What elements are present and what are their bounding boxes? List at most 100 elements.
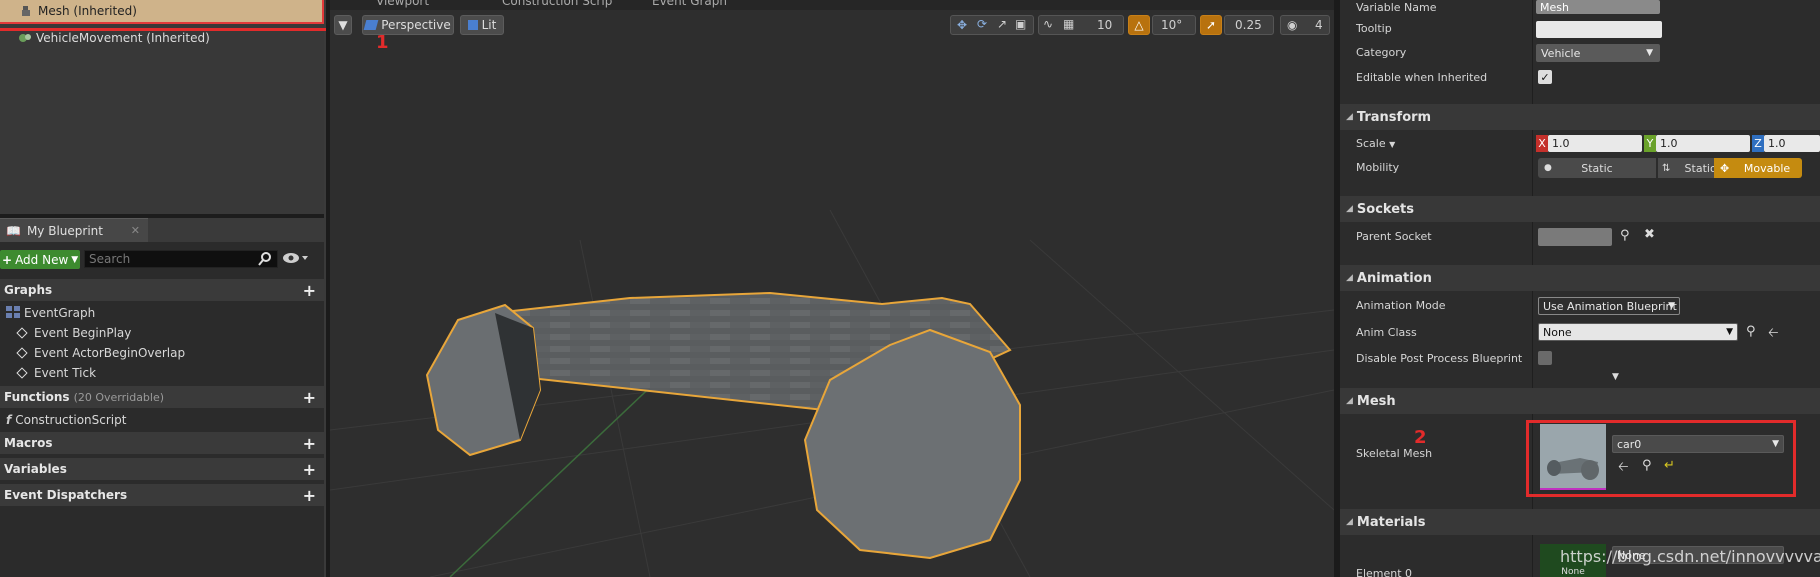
- rotation-snap-group: 10°: [1152, 15, 1196, 35]
- element-0-thumb-label: None: [1561, 567, 1585, 577]
- section-materials[interactable]: ◢ Materials: [1340, 509, 1820, 535]
- use-selected-arrow-icon[interactable]: 🡠: [1618, 458, 1629, 480]
- section-transform[interactable]: ◢ Transform: [1340, 104, 1820, 130]
- editable-when-inherited-label: Editable when Inherited: [1356, 71, 1488, 84]
- visibility-eye-icon[interactable]: [282, 251, 312, 269]
- scale-y-input[interactable]: 1.0: [1656, 135, 1750, 152]
- event-item[interactable]: Event ActorBeginOverlap: [0, 344, 185, 362]
- section-functions[interactable]: Functions (20 Overridable) +: [0, 386, 324, 408]
- animation-mode-select[interactable]: Use Animation Blueprint ▼: [1538, 297, 1680, 315]
- component-vehicle-movement[interactable]: VehicleMovement (Inherited): [0, 26, 210, 50]
- event-item[interactable]: Event BeginPlay: [0, 324, 131, 342]
- grid-snap-value[interactable]: 10: [1097, 18, 1112, 32]
- expand-advanced-icon[interactable]: ▼: [1612, 372, 1619, 382]
- dropdown-arrow-icon: ▼: [71, 254, 79, 265]
- category-label: Category: [1356, 46, 1407, 59]
- close-tab-icon[interactable]: ✕: [131, 224, 140, 237]
- tooltip-input[interactable]: [1536, 21, 1662, 38]
- variable-name-input[interactable]: Mesh: [1536, 0, 1660, 14]
- scale-x-input[interactable]: 1.0: [1548, 135, 1642, 152]
- camera-speed-group[interactable]: ◉ 4: [1280, 15, 1330, 35]
- translate-icon[interactable]: ✥: [957, 18, 967, 32]
- tooltip-label: Tooltip: [1356, 22, 1392, 35]
- browse-icon[interactable]: ⚲: [1642, 458, 1652, 473]
- use-selected-arrow-icon[interactable]: 🡠: [1768, 324, 1779, 346]
- add-event-dispatcher-icon[interactable]: +: [303, 486, 316, 505]
- category-select[interactable]: Vehicle ▼: [1536, 44, 1660, 62]
- lit-button[interactable]: Lit: [460, 15, 504, 35]
- search-input[interactable]: Search: [84, 250, 278, 268]
- chevron-down-icon: ▼: [1646, 48, 1653, 58]
- plus-icon: +: [2, 252, 13, 267]
- add-graph-icon[interactable]: +: [303, 281, 316, 300]
- add-new-button[interactable]: + Add New ▼: [0, 250, 80, 269]
- event-dispatchers-label: Event Dispatchers: [4, 488, 128, 502]
- rotate-icon[interactable]: ⟳: [977, 17, 987, 31]
- section-macros[interactable]: Macros +: [0, 432, 324, 454]
- viewport-3d[interactable]: ▼ Perspective Lit 1 ✥ ⟳ ↗ ▣ ∿ ▦ 10 △ 10°…: [330, 10, 1334, 577]
- grid-icon[interactable]: ▦: [1063, 17, 1074, 31]
- scale-snap-group: 0.25: [1224, 15, 1274, 35]
- function-item-construction-script[interactable]: f ConstructionScript: [0, 411, 126, 429]
- event-label: Event Tick: [34, 366, 97, 380]
- tab-viewport[interactable]: Viewport: [354, 0, 429, 10]
- rotation-snap-value[interactable]: 10°: [1161, 18, 1182, 32]
- disable-post-process-checkbox[interactable]: [1538, 351, 1552, 365]
- scale-label-text: Scale: [1356, 137, 1386, 150]
- event-graph-icon: [6, 305, 20, 321]
- my-blueprint-toolbar: + Add New ▼ Search: [0, 248, 324, 272]
- chevron-down-icon: ▼: [1726, 327, 1733, 337]
- mobility-static-button[interactable]: ● Static: [1538, 158, 1656, 178]
- add-function-icon[interactable]: +: [303, 388, 316, 407]
- browse-icon[interactable]: ⚲: [1746, 324, 1756, 339]
- add-variable-icon[interactable]: +: [303, 460, 316, 479]
- tab-construction-script[interactable]: Construction Scrip: [480, 0, 612, 10]
- stationary-icon: ⇅: [1662, 162, 1671, 174]
- section-mesh[interactable]: ◢ Mesh: [1340, 388, 1820, 414]
- mobility-movable-button[interactable]: ✥ Movable: [1714, 158, 1802, 178]
- event-diamond-icon: [16, 367, 28, 379]
- animation-mode-value: Use Animation Blueprint: [1543, 299, 1677, 313]
- skeletal-mesh-label: Skeletal Mesh: [1356, 447, 1433, 460]
- section-variables[interactable]: Variables +: [0, 458, 324, 480]
- skeletal-mesh-thumbnail[interactable]: [1540, 424, 1606, 490]
- clear-icon[interactable]: ✖: [1644, 227, 1655, 242]
- viewport-options-button[interactable]: ▼: [334, 15, 352, 35]
- search-icon[interactable]: [258, 252, 276, 268]
- parent-socket-input[interactable]: [1538, 228, 1612, 246]
- section-sockets[interactable]: ◢ Sockets: [1340, 196, 1820, 222]
- scale-z-input[interactable]: 1.0: [1764, 135, 1820, 152]
- section-graphs[interactable]: Graphs +: [0, 279, 324, 301]
- animation-label: Animation: [1356, 270, 1432, 286]
- category-value: Vehicle: [1541, 46, 1581, 60]
- skeletal-mesh-select[interactable]: car0 ▼: [1612, 435, 1784, 453]
- add-new-label: Add New: [15, 252, 69, 267]
- surface-snap-icon[interactable]: ∿: [1043, 17, 1053, 31]
- event-item[interactable]: Event Tick: [0, 364, 96, 382]
- graph-item-eventgraph[interactable]: EventGraph: [0, 304, 95, 322]
- add-macro-icon[interactable]: +: [303, 434, 316, 453]
- book-icon: 📖: [6, 223, 21, 238]
- scale-icon[interactable]: ↗: [997, 17, 1007, 31]
- rotation-snap-toggle[interactable]: △: [1128, 15, 1150, 35]
- event-label: Event ActorBeginOverlap: [34, 346, 186, 360]
- tab-event-graph[interactable]: Event Graph: [630, 0, 727, 10]
- anim-class-select[interactable]: None ▼: [1538, 323, 1738, 341]
- mobility-static-label: Static: [1581, 161, 1613, 175]
- section-animation[interactable]: ◢ Animation: [1340, 265, 1820, 291]
- search-icon[interactable]: ⚲: [1620, 228, 1630, 243]
- section-event-dispatchers[interactable]: Event Dispatchers +: [0, 484, 324, 506]
- chevron-down-icon: ▼: [1772, 439, 1779, 449]
- perspective-label: Perspective: [381, 18, 451, 32]
- component-mesh[interactable]: Mesh (Inherited): [0, 0, 324, 24]
- skeletal-mesh-icon: [20, 5, 32, 17]
- event-diamond-icon: [16, 347, 28, 359]
- mesh-section-label: Mesh: [1356, 393, 1396, 409]
- reset-icon[interactable]: ↵: [1664, 458, 1675, 473]
- editable-when-inherited-checkbox[interactable]: ✓: [1538, 70, 1552, 84]
- chevron-down-icon[interactable]: ▼: [1389, 140, 1395, 149]
- scale-snap-toggle[interactable]: ➚: [1200, 15, 1222, 35]
- world-local-icon[interactable]: ▣: [1015, 17, 1026, 31]
- scale-snap-value[interactable]: 0.25: [1235, 18, 1262, 32]
- tab-my-blueprint[interactable]: 📖 My Blueprint ✕: [0, 218, 148, 242]
